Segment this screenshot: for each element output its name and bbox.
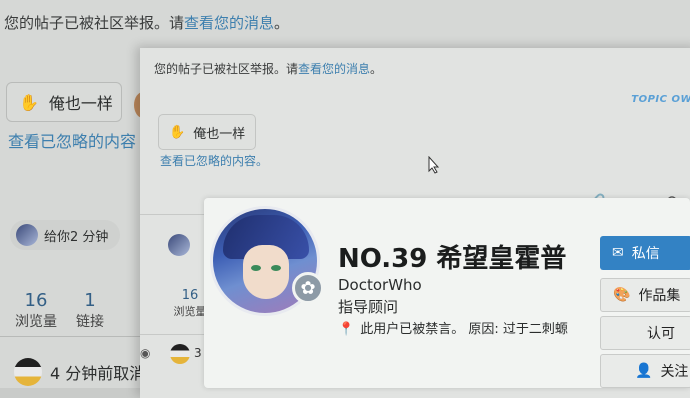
stat-value: 16	[24, 290, 48, 311]
me-too-label: 俺也一样	[48, 94, 113, 113]
recent-activity-label: 4 分钟前取消	[50, 364, 146, 383]
eye-icon: ◉	[140, 346, 151, 360]
portfolio-button[interactable]: 🎨 作品集	[600, 278, 690, 312]
avatar	[170, 344, 190, 364]
flag-notice: 您的帖子已被社区举报。请查看您的消息。	[4, 12, 289, 33]
approve-label: 认可	[647, 326, 675, 342]
message-button[interactable]: ✉ 私信	[600, 236, 690, 270]
stat-links: 1 链接	[72, 290, 108, 331]
follow-icon: 👤	[635, 363, 653, 379]
avatar-face	[243, 245, 289, 299]
user-role: 指导顾问	[338, 298, 399, 316]
avatar	[168, 234, 190, 256]
me-too-button[interactable]: ✋ 俺也一样	[158, 114, 256, 150]
reply-count: 3	[194, 346, 202, 360]
message-label: 私信	[631, 246, 660, 262]
recent-activity: 4 分钟前取消	[14, 358, 145, 386]
me-too-button[interactable]: ✋ 俺也一样	[6, 82, 122, 122]
stat-value: 1	[84, 290, 96, 311]
stat-label: 链接	[76, 314, 104, 330]
view-ignored-link[interactable]: 查看已忽略的内容	[8, 128, 136, 152]
reaction-label: 给你2 分钟	[44, 229, 109, 245]
view-messages-link[interactable]: 查看您的消息	[184, 14, 274, 32]
suspend-text: 此用户已被禁言。 原因: 过于二刺螈	[360, 322, 568, 337]
stat-views: 16 浏览量	[14, 290, 58, 331]
flag-notice: 您的帖子已被社区举报。请查看您的消息。	[154, 60, 382, 77]
suspend-notice: 📍 此用户已被禁言。 原因: 过于二刺螈	[338, 318, 568, 337]
avatar	[14, 358, 42, 386]
stat-label: 浏览量	[15, 314, 57, 330]
user-card: ✿ NO.39 希望皇霍普 DoctorWho 指导顾问 📍 此用户已被禁言。 原…	[204, 198, 690, 388]
reaction-chip[interactable]: 给你2 分钟	[10, 220, 120, 250]
flower-icon: ✿	[292, 272, 324, 304]
approve-button[interactable]: 认可	[600, 316, 690, 350]
cursor-icon	[428, 156, 440, 174]
palette-icon: 🎨	[613, 287, 631, 303]
follow-button[interactable]: 👤 关注	[600, 354, 690, 388]
notice-end: 。	[370, 62, 383, 76]
notice-text: 您的帖子已被社区举报。请	[4, 14, 185, 32]
hand-icon: ✋	[169, 124, 186, 140]
avatar-eye	[251, 265, 261, 271]
notice-end: 。	[274, 14, 290, 32]
avatar	[16, 224, 38, 246]
username[interactable]: DoctorWho	[338, 276, 422, 294]
notice-text: 您的帖子已被社区举报。请	[154, 62, 299, 76]
topic-tag: TOPIC OW	[631, 94, 690, 105]
follow-label: 关注	[660, 364, 689, 380]
pin-icon: 📍	[338, 322, 355, 337]
user-title: NO.39 希望皇霍普	[338, 244, 567, 274]
portfolio-label: 作品集	[638, 288, 681, 304]
mail-icon: ✉	[612, 245, 624, 261]
divider	[0, 336, 140, 337]
view-ignored-link[interactable]: 查看已忽略的内容。	[160, 152, 268, 169]
hand-icon: ✋	[19, 92, 39, 112]
view-messages-link[interactable]: 查看您的消息	[298, 62, 370, 76]
me-too-label: 俺也一样	[193, 126, 246, 142]
divider	[140, 334, 210, 335]
avatar-eye	[271, 265, 281, 271]
